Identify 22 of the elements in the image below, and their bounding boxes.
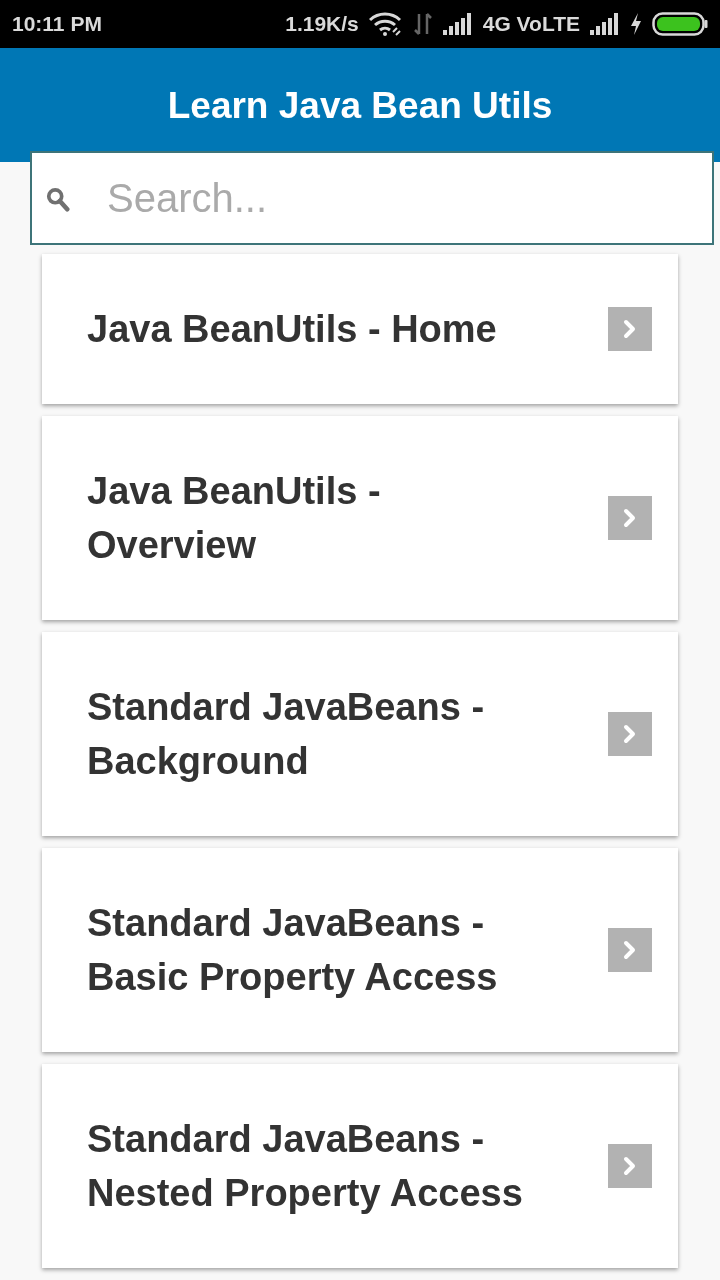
search-icon [46,187,70,213]
search-field[interactable]: Search... [30,151,714,245]
topic-card[interactable]: Java BeanUtils - Overview [42,416,678,620]
data-arrows-icon [412,12,433,36]
network-speed: 1.19K/s [285,12,359,36]
chevron-right-icon [608,1144,652,1188]
network-type: 4G VoLTE [482,12,580,36]
status-time: 10:11 PM [12,12,102,36]
topic-card[interactable]: Java BeanUtils - Home [42,254,678,404]
chevron-right-icon [608,307,652,351]
signal-icon [590,13,620,35]
topic-card[interactable]: Standard JavaBeans - Background [42,632,678,836]
signal-icon [442,13,473,35]
battery-icon [652,12,708,36]
chevron-right-icon [608,496,652,540]
chevron-right-icon [608,712,652,756]
charging-bolt-icon [630,13,642,35]
wifi-icon [368,12,403,36]
topic-card[interactable]: Standard JavaBeans - Basic Property Access [42,848,678,1052]
chevron-right-icon [608,928,652,972]
app-title: Learn Java Bean Utils [167,84,553,128]
topic-card[interactable]: Standard JavaBeans - Nested Property Access [42,1064,678,1268]
